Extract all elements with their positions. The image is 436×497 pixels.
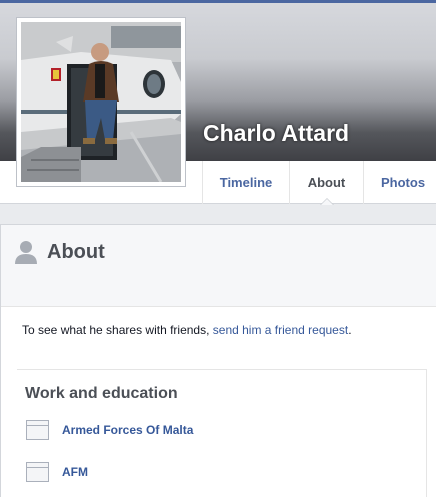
active-tab-caret-icon: [319, 198, 334, 205]
workplace-icon: [26, 420, 49, 440]
work-education-title: Work and education: [25, 385, 178, 402]
friend-prompt-text: To see what he shares with friends,: [22, 323, 213, 337]
about-title: About: [47, 241, 105, 263]
friend-request-link[interactable]: send him a friend request: [213, 323, 348, 337]
profile-name[interactable]: Charlo Attard: [203, 120, 349, 147]
friend-request-prompt: To see what he shares with friends, send…: [22, 323, 352, 337]
friend-prompt-suffix: .: [348, 323, 352, 337]
tab-photos[interactable]: Photos: [363, 161, 436, 204]
about-header: [1, 225, 436, 307]
tab-about-label: About: [307, 175, 346, 190]
person-icon: [15, 241, 37, 264]
work-item-link[interactable]: AFM: [62, 465, 88, 479]
work-item-link[interactable]: Armed Forces Of Malta: [62, 423, 193, 437]
workplace-icon: [26, 462, 49, 482]
profile-photo: [21, 22, 181, 182]
work-item[interactable]: AFM: [26, 461, 88, 483]
profile-picture[interactable]: [16, 17, 186, 187]
tab-about[interactable]: About: [289, 161, 363, 205]
tab-timeline[interactable]: Timeline: [202, 161, 289, 204]
work-item[interactable]: Armed Forces Of Malta: [26, 419, 193, 441]
